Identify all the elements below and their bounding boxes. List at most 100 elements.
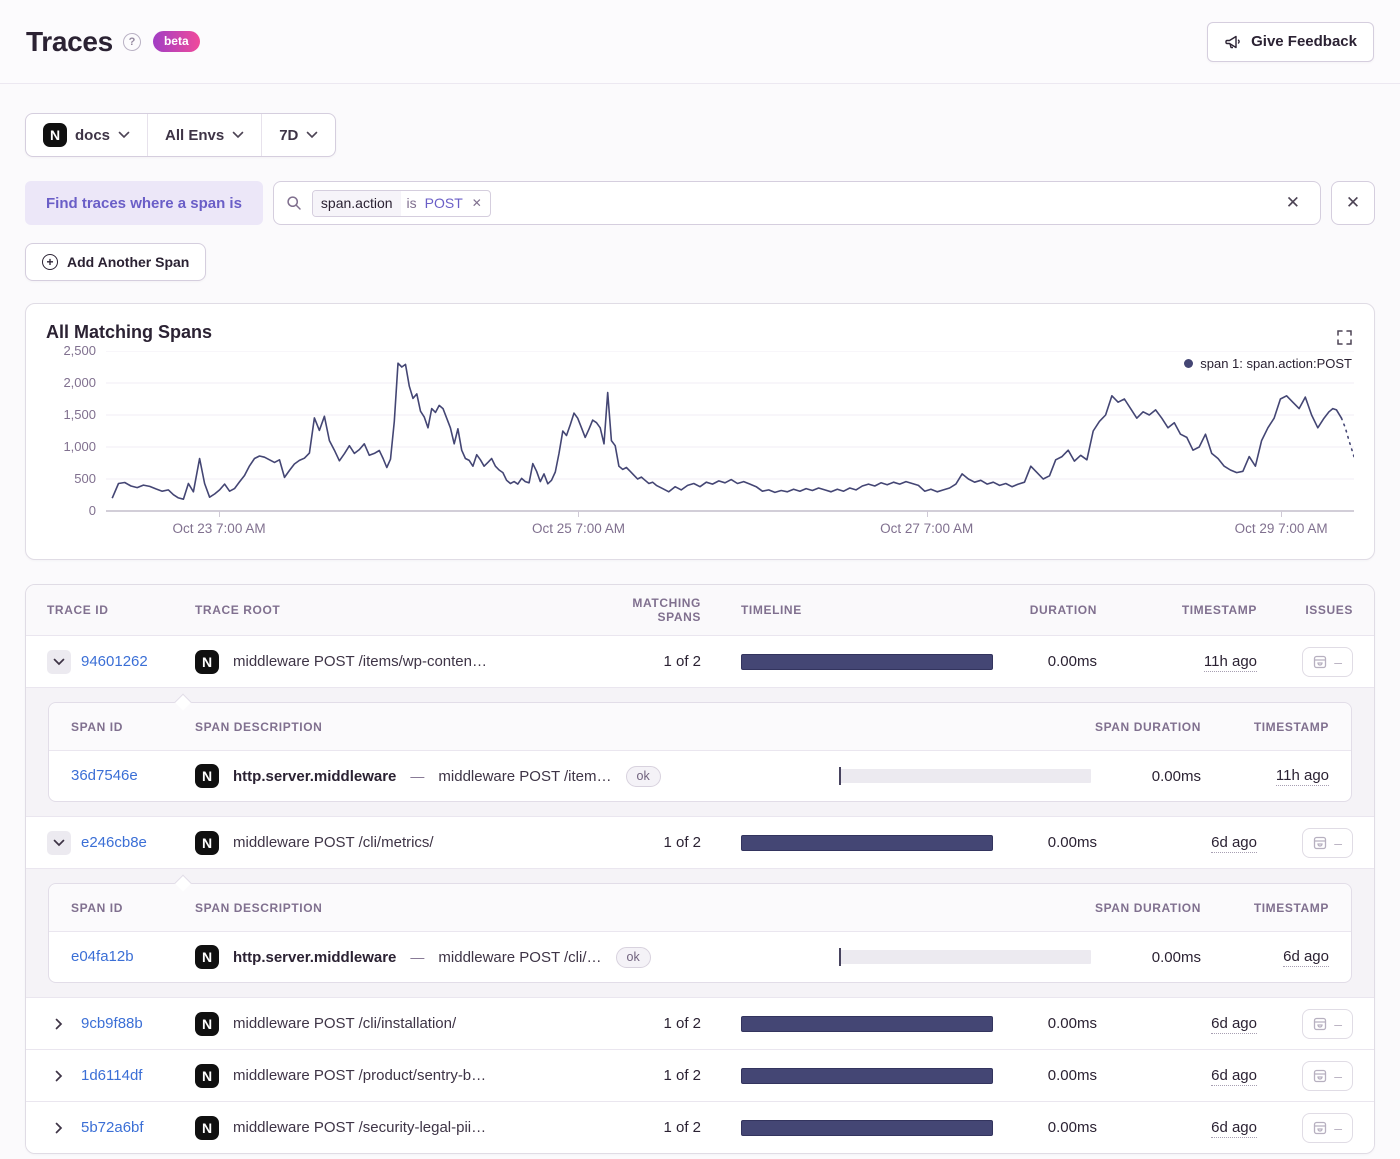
- timeline-bar[interactable]: [741, 1015, 993, 1032]
- chevron-right-icon: [55, 1070, 63, 1082]
- duration-value: 0.00ms: [1047, 834, 1097, 851]
- chart-y-axis: 0 500 1,000 1,500 2,000 2,500: [46, 343, 106, 518]
- timeline-bar[interactable]: [741, 1119, 993, 1136]
- chart-body: 0 500 1,000 1,500 2,000 2,500: [46, 343, 1354, 518]
- timestamp-value[interactable]: 11h ago: [1203, 652, 1257, 672]
- matching-spans-value: 1 of 2: [663, 1067, 701, 1084]
- duration-value: 0.00ms: [1047, 1119, 1097, 1136]
- col-header-timestamp: TIMESTAMP: [1181, 603, 1257, 617]
- x-axis-tick-mark: [578, 511, 580, 517]
- span-operation: http.server.middleware: [233, 948, 397, 966]
- sub-table-header-row: SPAN ID SPAN DESCRIPTION SPAN DURATION T…: [49, 884, 1351, 932]
- table-row[interactable]: 5b72a6bf N middleware POST /security-leg…: [26, 1101, 1374, 1153]
- add-another-span-label: Add Another Span: [67, 254, 190, 270]
- collapse-row-button[interactable]: [47, 649, 71, 674]
- nextjs-project-icon: N: [195, 945, 219, 969]
- expand-row-button[interactable]: [47, 1122, 71, 1134]
- project-selector-value: docs: [75, 126, 111, 144]
- page-filter-bar: N docs All Envs 7D: [25, 113, 337, 157]
- expand-row-button[interactable]: [47, 1018, 71, 1030]
- project-selector[interactable]: N docs: [26, 114, 147, 156]
- add-another-span-button[interactable]: + Add Another Span: [25, 243, 207, 281]
- filter-token[interactable]: span.action is POST ✕: [311, 189, 491, 217]
- megaphone-icon: [1224, 33, 1242, 51]
- matching-spans-value: 1 of 2: [663, 653, 701, 670]
- clear-search-icon[interactable]: ✕: [1278, 189, 1308, 217]
- span-separator: —: [410, 949, 425, 965]
- col-header-span-id: SPAN ID: [71, 900, 123, 915]
- trace-id-link[interactable]: 5b72a6bf: [81, 1119, 144, 1136]
- col-header-duration: DURATION: [1029, 603, 1097, 617]
- issues-button[interactable]: –: [1302, 1060, 1353, 1091]
- trace-id-link[interactable]: 94601262: [81, 653, 148, 670]
- duration-value: 0.00ms: [1047, 1015, 1097, 1032]
- spans-sub-table: SPAN ID SPAN DESCRIPTION SPAN DURATION T…: [48, 693, 1352, 802]
- span-row[interactable]: 36d7546e N http.server.middleware — midd…: [49, 751, 1351, 801]
- trace-id-link[interactable]: e246cb8e: [81, 834, 147, 851]
- col-header-trace-id: TRACE ID: [47, 603, 109, 617]
- page-title: Traces: [26, 25, 113, 57]
- matching-spans-value: 1 of 2: [663, 834, 701, 851]
- issues-button[interactable]: –: [1302, 1112, 1353, 1143]
- trace-root: middleware POST /security-legal-pii…: [233, 1119, 487, 1136]
- timeline-bar[interactable]: [741, 653, 993, 670]
- timeline-bar[interactable]: [741, 834, 993, 851]
- trace-id-link[interactable]: 1d6114df: [81, 1067, 142, 1084]
- issues-button[interactable]: –: [1302, 646, 1353, 677]
- date-range-value: 7D: [279, 126, 299, 144]
- matching-spans-value: 1 of 2: [663, 1119, 701, 1136]
- filter-token-operator[interactable]: is: [401, 191, 423, 215]
- collapse-row-button[interactable]: [47, 830, 71, 855]
- y-axis-tick-label: 2,000: [63, 375, 96, 390]
- remove-span-filter-button[interactable]: ✕: [1331, 181, 1375, 225]
- search-icon: [286, 195, 302, 211]
- filter-token-value[interactable]: POST: [423, 191, 465, 215]
- span-query-row: Find traces where a span is span.action …: [25, 181, 1375, 225]
- span-description: middleware POST /item…: [438, 767, 612, 785]
- page-content: N docs All Envs 7D Find traces where a s…: [0, 84, 1400, 1154]
- environment-selector[interactable]: All Envs: [147, 114, 261, 156]
- nextjs-project-icon: N: [195, 764, 219, 788]
- span-id-link[interactable]: e04fa12b: [71, 948, 134, 965]
- trace-root: middleware POST /cli/installation/: [233, 1015, 457, 1032]
- span-id-link[interactable]: 36d7546e: [71, 767, 138, 784]
- span-timeline-bar[interactable]: [839, 767, 1091, 785]
- issues-button[interactable]: –: [1302, 1008, 1353, 1039]
- span-row[interactable]: e04fa12b N http.server.middleware — midd…: [49, 932, 1351, 982]
- timestamp-value[interactable]: 6d ago: [1211, 833, 1257, 853]
- help-icon[interactable]: ?: [122, 32, 141, 51]
- timeline-bar[interactable]: [741, 1067, 993, 1084]
- issues-button[interactable]: –: [1302, 827, 1353, 858]
- date-range-selector[interactable]: 7D: [261, 114, 335, 156]
- span-separator: —: [410, 768, 425, 784]
- span-duration-value: 0.00ms: [1151, 767, 1201, 785]
- col-header-matching-spans: MATCHING SPANS: [632, 596, 701, 624]
- chart-x-axis: Oct 23 7:00 AM Oct 25 7:00 AM Oct 27 7:00 …: [108, 511, 1356, 545]
- give-feedback-label: Give Feedback: [1251, 33, 1357, 50]
- chevron-down-icon: [232, 131, 244, 139]
- span-timestamp-value[interactable]: 6d ago: [1283, 948, 1329, 967]
- table-row[interactable]: e246cb8e N middleware POST /cli/metrics/…: [26, 816, 1374, 868]
- table-row[interactable]: 1d6114df N middleware POST /product/sent…: [26, 1049, 1374, 1101]
- span-timestamp-value[interactable]: 11h ago: [1275, 767, 1329, 786]
- page-header: Traces ? beta Give Feedback: [0, 0, 1400, 84]
- timestamp-value[interactable]: 6d ago: [1211, 1066, 1257, 1086]
- trace-id-link[interactable]: 9cb9f88b: [81, 1015, 143, 1032]
- span-duration-value: 0.00ms: [1151, 948, 1201, 966]
- span-search-input[interactable]: span.action is POST ✕ ✕: [272, 181, 1321, 225]
- filter-token-key: span.action: [312, 190, 401, 216]
- expand-row-button[interactable]: [47, 1070, 71, 1082]
- col-header-span-description: SPAN DESCRIPTION: [195, 719, 323, 734]
- line-chart[interactable]: [106, 351, 1354, 512]
- remove-token-icon[interactable]: ✕: [465, 192, 490, 214]
- table-row[interactable]: 9cb9f88b N middleware POST /cli/installa…: [26, 997, 1374, 1049]
- y-axis-tick-label: 2,500: [63, 343, 96, 358]
- timestamp-value[interactable]: 6d ago: [1211, 1118, 1257, 1138]
- table-row[interactable]: 94601262 N middleware POST /items/wp-con…: [26, 635, 1374, 687]
- give-feedback-button[interactable]: Give Feedback: [1207, 21, 1374, 62]
- y-axis-tick-label: 500: [74, 471, 96, 486]
- x-axis-tick-mark: [219, 511, 221, 517]
- timestamp-value[interactable]: 6d ago: [1211, 1014, 1257, 1034]
- span-timeline-bar[interactable]: [839, 948, 1091, 966]
- fullscreen-expand-icon[interactable]: [1337, 330, 1352, 350]
